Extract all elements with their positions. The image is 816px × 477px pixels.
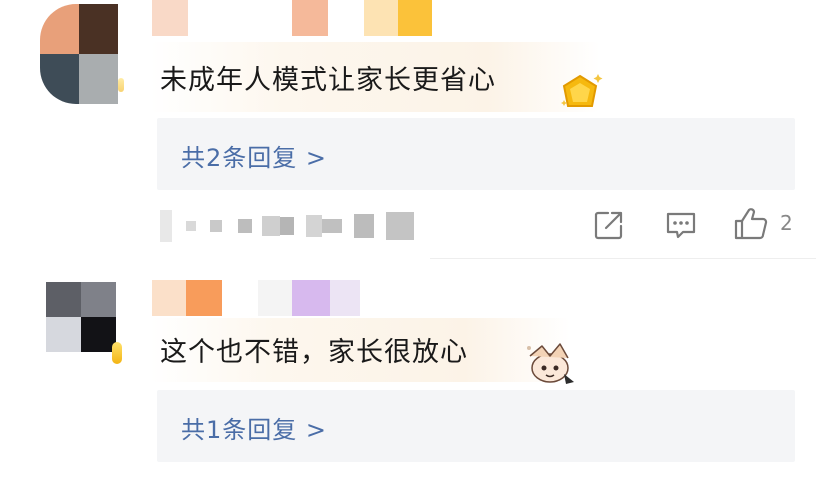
reply-summary-box[interactable]: 共1条回复 > <box>157 390 795 462</box>
avatar-verified-badge <box>112 342 122 364</box>
avatar[interactable] <box>46 282 116 352</box>
avatar-pixel <box>40 4 79 54</box>
like-count: 2 <box>780 211 793 235</box>
gold-shield-badge-icon <box>561 74 603 107</box>
share-icon[interactable] <box>592 208 626 242</box>
avatar-pixel <box>46 282 81 317</box>
avatar-pixel <box>81 317 116 352</box>
thumbs-up-icon[interactable] <box>733 206 769 242</box>
avatar-pixel <box>46 317 81 352</box>
comment-icon[interactable] <box>664 208 698 242</box>
divider <box>430 258 816 259</box>
anime-sticker-icon <box>527 343 574 384</box>
avatar-pixel <box>40 54 79 104</box>
timestamp-redacted <box>160 210 414 242</box>
view-replies-link[interactable]: 共1条回复 > <box>181 410 327 445</box>
avatar-pixel <box>81 282 116 317</box>
reply-summary-box[interactable]: 共2条回复 > <box>157 118 795 190</box>
comment-text: 未成年人模式让家长更省心 <box>160 65 496 96</box>
avatar-verified-badge <box>118 78 124 92</box>
username-redacted[interactable] <box>152 0 432 36</box>
username-redacted[interactable] <box>152 280 360 316</box>
avatar-pixel <box>79 54 118 104</box>
comment-item: 未成年人模式让家长更省心 共2条回复 > 2 <box>0 0 816 262</box>
comment-item: 这个也不错，家长很放心 共1条回复 > <box>0 262 816 477</box>
avatar[interactable] <box>40 4 118 104</box>
avatar-pixel <box>79 4 118 54</box>
view-replies-link[interactable]: 共2条回复 > <box>181 138 327 173</box>
comment-text: 这个也不错，家长很放心 <box>160 337 468 368</box>
